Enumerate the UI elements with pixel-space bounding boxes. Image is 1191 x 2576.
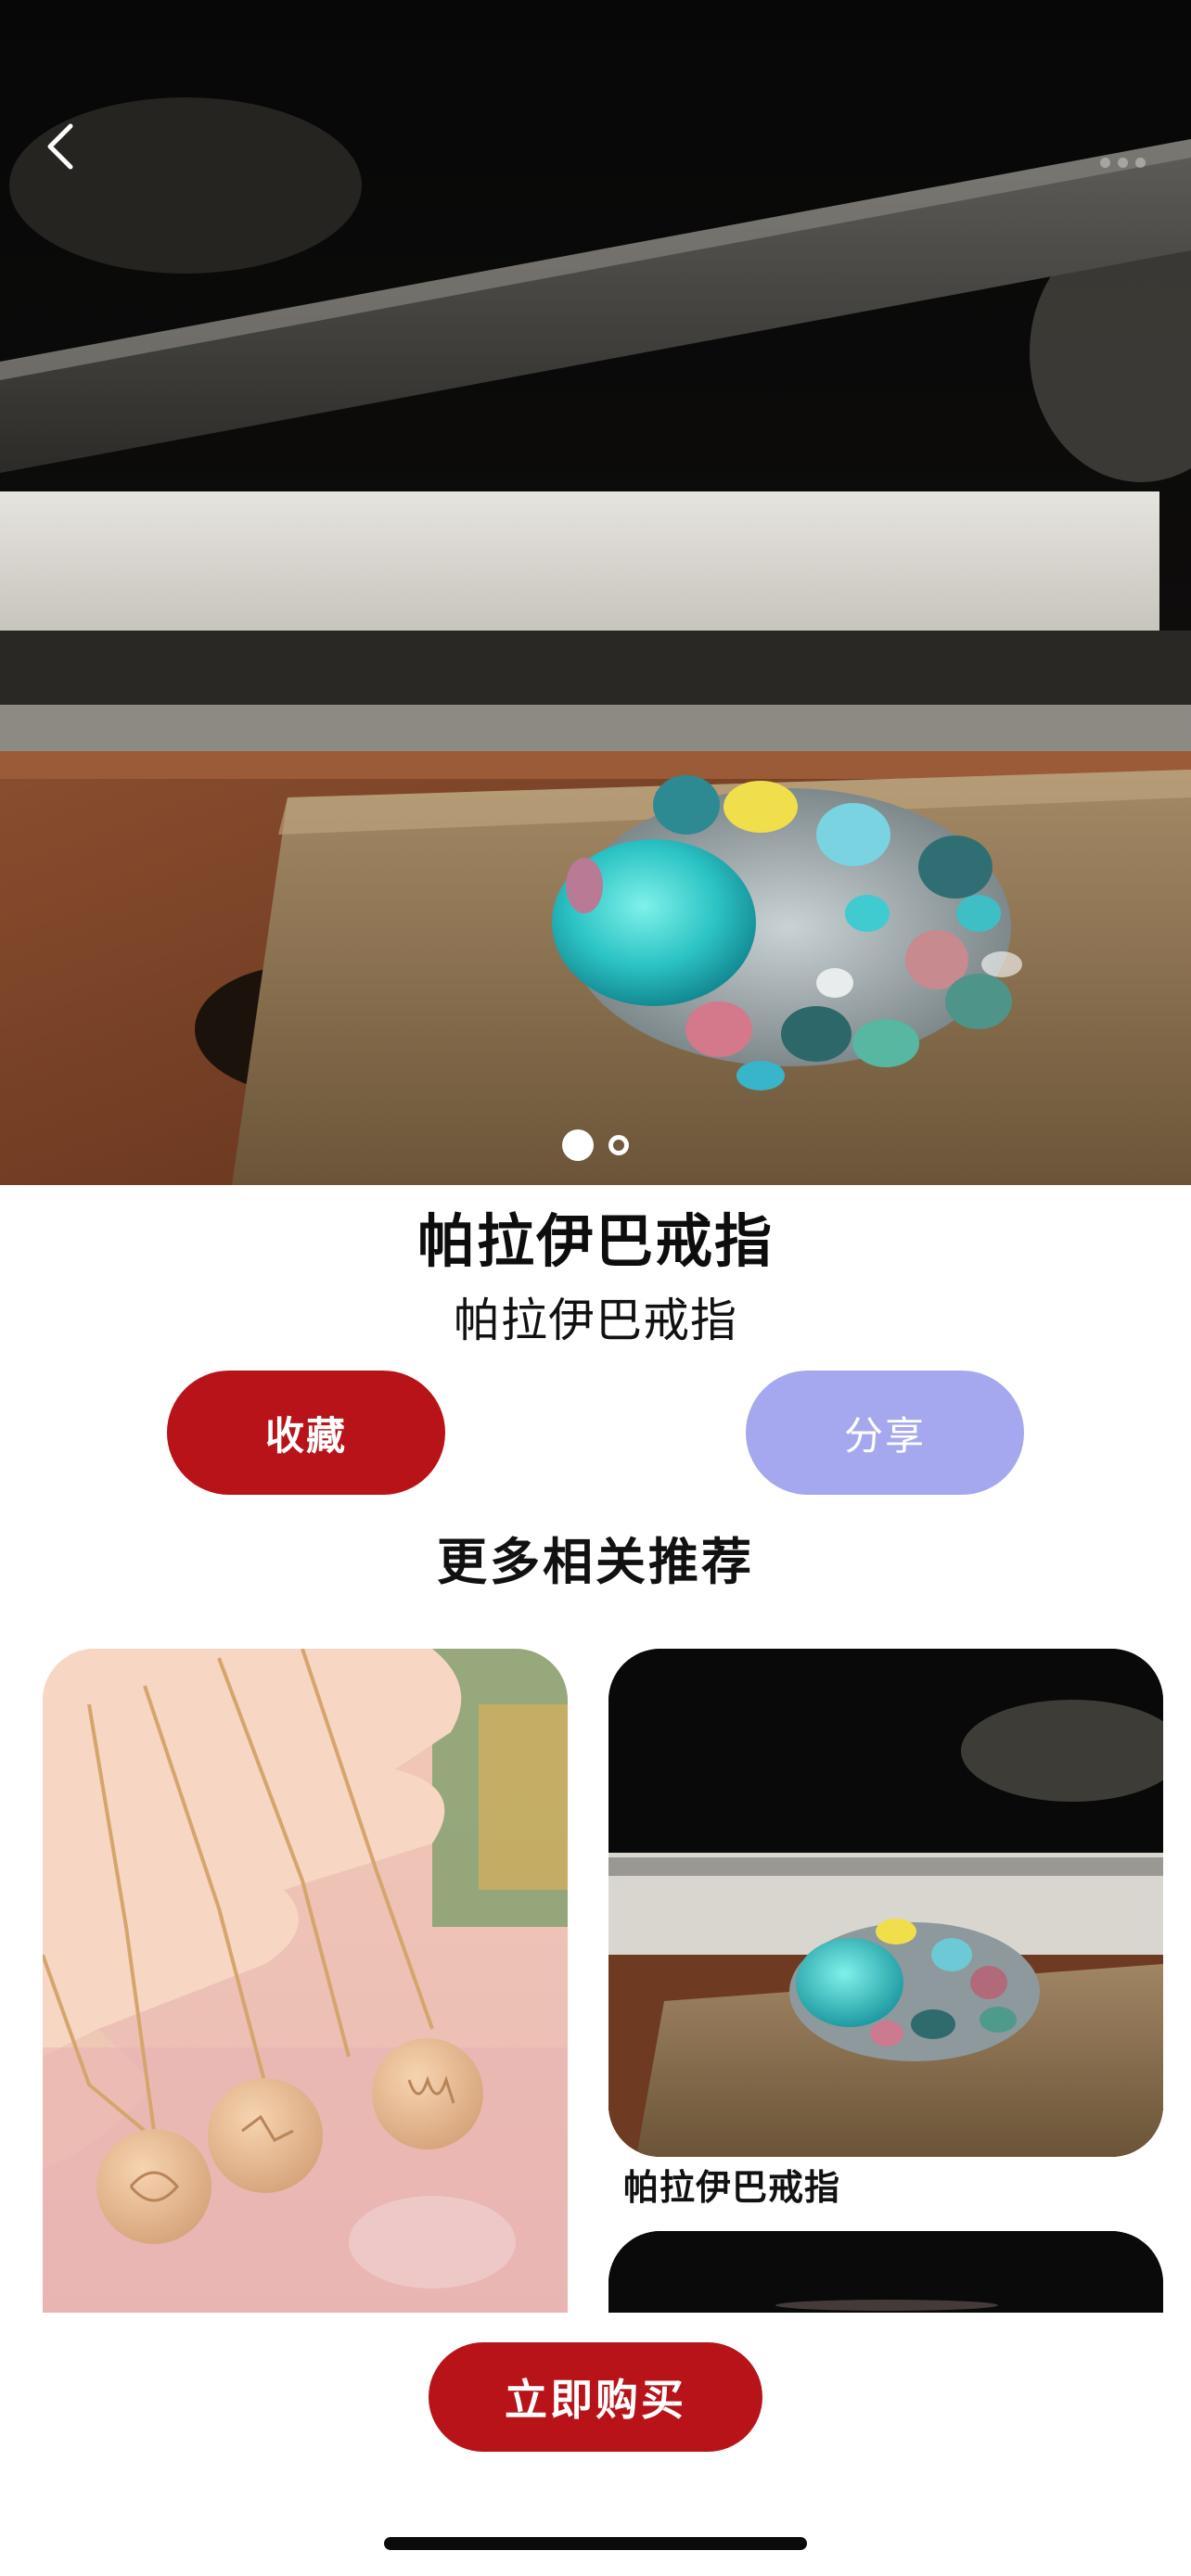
recommend-card-necklaces[interactable] bbox=[43, 1649, 568, 2313]
product-detail-page: 帕拉伊巴戒指 帕拉伊巴戒指 收藏 分享 更多相关推荐 帕拉伊巴戒指 立即购买 bbox=[0, 0, 1191, 2576]
back-button[interactable] bbox=[41, 121, 115, 195]
recommend-card-caption: 帕拉伊巴戒指 bbox=[623, 2167, 841, 2208]
carousel-indicator bbox=[0, 1129, 1191, 1161]
favorite-button[interactable]: 收藏 bbox=[167, 1371, 445, 1495]
recommend-list: 帕拉伊巴戒指 bbox=[0, 1647, 1191, 2313]
thumbnail-partial bbox=[608, 2231, 1163, 2313]
share-button[interactable]: 分享 bbox=[746, 1371, 1024, 1495]
more-button[interactable] bbox=[1085, 139, 1159, 185]
carousel-dot-active[interactable] bbox=[562, 1129, 594, 1161]
recommend-card-ring[interactable] bbox=[608, 1649, 1163, 2157]
ring-photo bbox=[0, 0, 1191, 1185]
recommend-section-title: 更多相关推荐 bbox=[437, 1533, 754, 1591]
necklace-photo bbox=[43, 1649, 568, 2313]
product-subtitle: 帕拉伊巴戒指 bbox=[454, 1294, 737, 1347]
more-dots-icon bbox=[1099, 157, 1110, 168]
product-title: 帕拉伊巴戒指 bbox=[416, 1207, 774, 1275]
hero-image[interactable] bbox=[0, 0, 1191, 1185]
carousel-dot[interactable] bbox=[608, 1135, 629, 1155]
ring-thumbnail bbox=[608, 1649, 1163, 2157]
home-indicator bbox=[384, 2537, 807, 2550]
more-dot bbox=[1134, 157, 1146, 168]
more-dot bbox=[1117, 157, 1128, 168]
chevron-left-icon bbox=[47, 123, 73, 170]
recommend-card-3[interactable] bbox=[608, 2231, 1163, 2313]
buy-now-button[interactable]: 立即购买 bbox=[429, 2342, 762, 2452]
